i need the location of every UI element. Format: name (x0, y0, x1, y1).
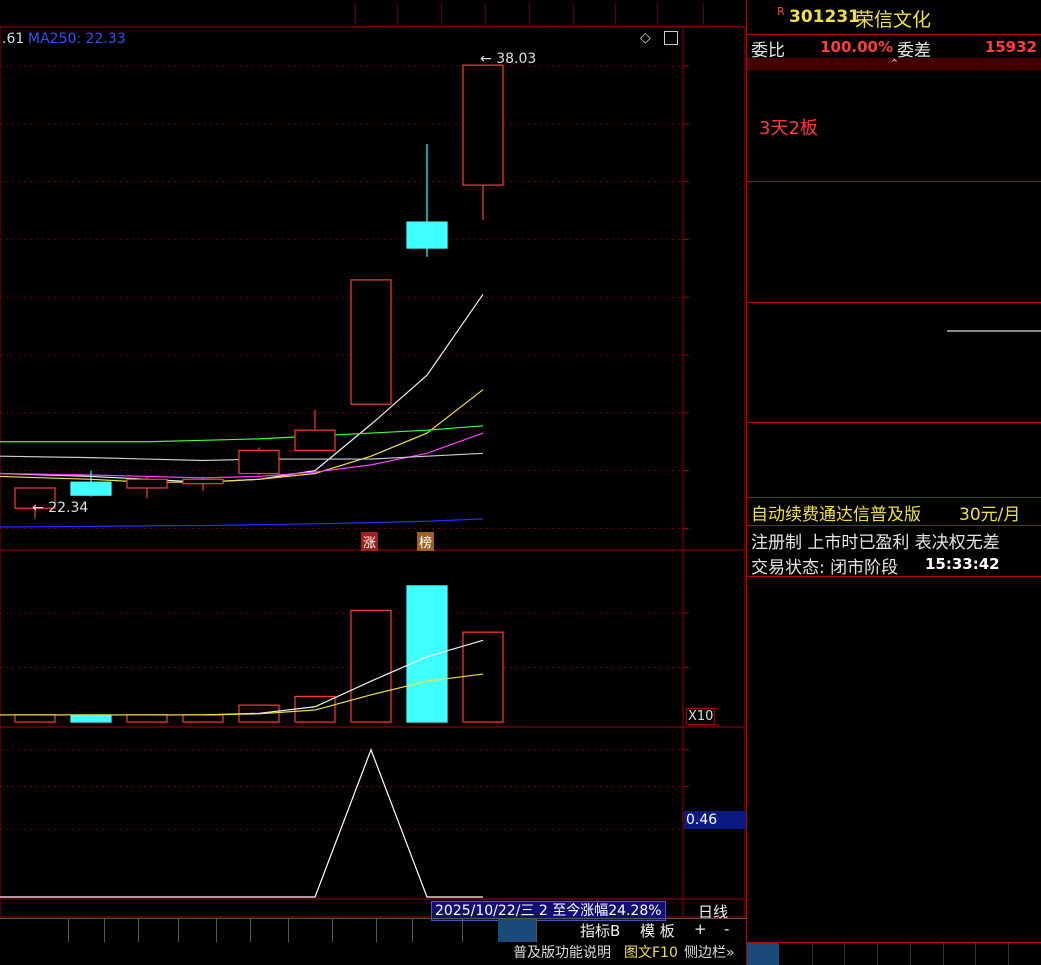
guide-link[interactable]: 普及版功能说明 (513, 942, 611, 965)
indicator-tab[interactable] (376, 918, 413, 942)
toolbar-button[interactable] (703, 3, 746, 25)
candle-body (70, 481, 112, 496)
candle-body (406, 221, 448, 249)
panel-tab[interactable] (976, 943, 1009, 965)
candle-body (462, 64, 504, 186)
promo-text[interactable]: 自动续费通达信普及版 (751, 500, 921, 525)
toolbar-button[interactable] (441, 3, 486, 25)
indicator-tab[interactable] (498, 918, 537, 942)
trade-time: 15:33:42 (925, 555, 1000, 573)
indicator-grid (0, 749, 689, 830)
stock-badge: R (777, 5, 785, 18)
toolbar-button[interactable] (615, 3, 658, 25)
panel-tab[interactable] (911, 943, 944, 965)
sidebar-link[interactable]: 侧边栏» (684, 942, 735, 965)
volume-bar (462, 631, 504, 723)
high-annotation: ← 38.03 (480, 51, 537, 67)
ma-line-5 (0, 518, 484, 528)
weibi-value: 100.00% (820, 38, 893, 56)
chart-header-fragment: .61 (2, 31, 25, 47)
toolbar-button[interactable] (355, 3, 398, 25)
stock-code: 301231 (789, 7, 860, 27)
low-value: 22.34 (48, 500, 89, 516)
dragon-tiger-tag[interactable]: 榜 (417, 532, 435, 551)
volume-bar (70, 714, 112, 723)
indicator-tab[interactable] (332, 918, 377, 942)
candles (14, 64, 504, 519)
indicator-tab[interactable] (462, 918, 499, 942)
trade-status: 交易状态: 闭市阶段 (751, 558, 899, 578)
zoom-in-button[interactable]: + (694, 920, 707, 938)
quote-value (947, 329, 1041, 332)
template-button[interactable]: 模 板 (640, 920, 675, 941)
indicator-tab[interactable] (250, 918, 289, 942)
listing-notice: 注册制 上市时已盈利 表决权无差 (751, 533, 1000, 553)
volume-bar (126, 714, 168, 723)
indicator-tab[interactable] (412, 918, 463, 942)
indicator-tab[interactable] (288, 918, 333, 942)
panel-tab[interactable] (943, 943, 977, 965)
chart-toolbar (355, 0, 745, 27)
volume-bar (182, 714, 224, 723)
stock-name: 荣信文化 (855, 9, 932, 31)
indicator-tab[interactable] (216, 918, 251, 942)
panel-tab[interactable] (845, 943, 879, 965)
volume-bar (350, 609, 392, 723)
panel-tab[interactable] (1009, 943, 1041, 965)
diamond-icon[interactable]: ◇ (640, 30, 651, 46)
indicator-button[interactable]: 指标B (580, 920, 620, 941)
panel-tab[interactable] (812, 943, 846, 965)
panel-tab[interactable] (747, 943, 779, 965)
volume-bars (14, 585, 504, 723)
indicator-series-line (0, 748, 483, 898)
indicator-current-value: 0.46 (684, 811, 746, 829)
kline-chart-area[interactable] (0, 0, 746, 965)
volume-unit: X10 (686, 708, 716, 725)
window-toggle-icon[interactable] (664, 31, 678, 45)
candle-body (182, 478, 224, 485)
candle-body (238, 449, 280, 475)
high-value: 38.03 (496, 51, 537, 67)
limit-up-tag[interactable]: 涨 (361, 532, 379, 551)
low-annotation: ← 22.34 (32, 500, 89, 516)
f10-link[interactable]: 图文F10 (624, 942, 678, 965)
indicator-tab[interactable] (104, 918, 139, 942)
toolbar-button[interactable] (397, 3, 442, 25)
indicator-tab[interactable] (0, 918, 69, 942)
panel-tab[interactable] (780, 943, 813, 965)
volume-bar (406, 585, 448, 723)
streak-label: 3天2板 (759, 118, 818, 139)
indicator-line (0, 748, 483, 898)
volume-grid (0, 612, 689, 669)
ma250-label: MA250: 22.33 (28, 31, 126, 47)
indicator-tab[interactable] (68, 918, 105, 942)
zoom-out-button[interactable]: - (724, 920, 729, 938)
toolbar-button[interactable] (529, 3, 574, 25)
candle-body (294, 429, 336, 452)
toolbar-button[interactable] (573, 3, 616, 25)
quote-panel: R 301231 荣信文化 委比 100.00% 委差 15932 ⌃ 3天2板… (746, 0, 1041, 965)
toolbar-button[interactable] (657, 3, 704, 25)
promo-price[interactable]: 30元/月 (959, 500, 1020, 525)
indicator-tab[interactable] (178, 918, 217, 942)
panel-tab[interactable] (878, 943, 911, 965)
candle-body (350, 279, 392, 405)
candle-body (126, 478, 168, 489)
weicha-value: 15932 (984, 38, 1037, 56)
indicator-tab[interactable] (138, 918, 179, 942)
collapse-arrow-icon[interactable]: ⌃ (747, 58, 1041, 70)
volume-bar (14, 714, 56, 723)
toolbar-button[interactable] (485, 3, 530, 25)
